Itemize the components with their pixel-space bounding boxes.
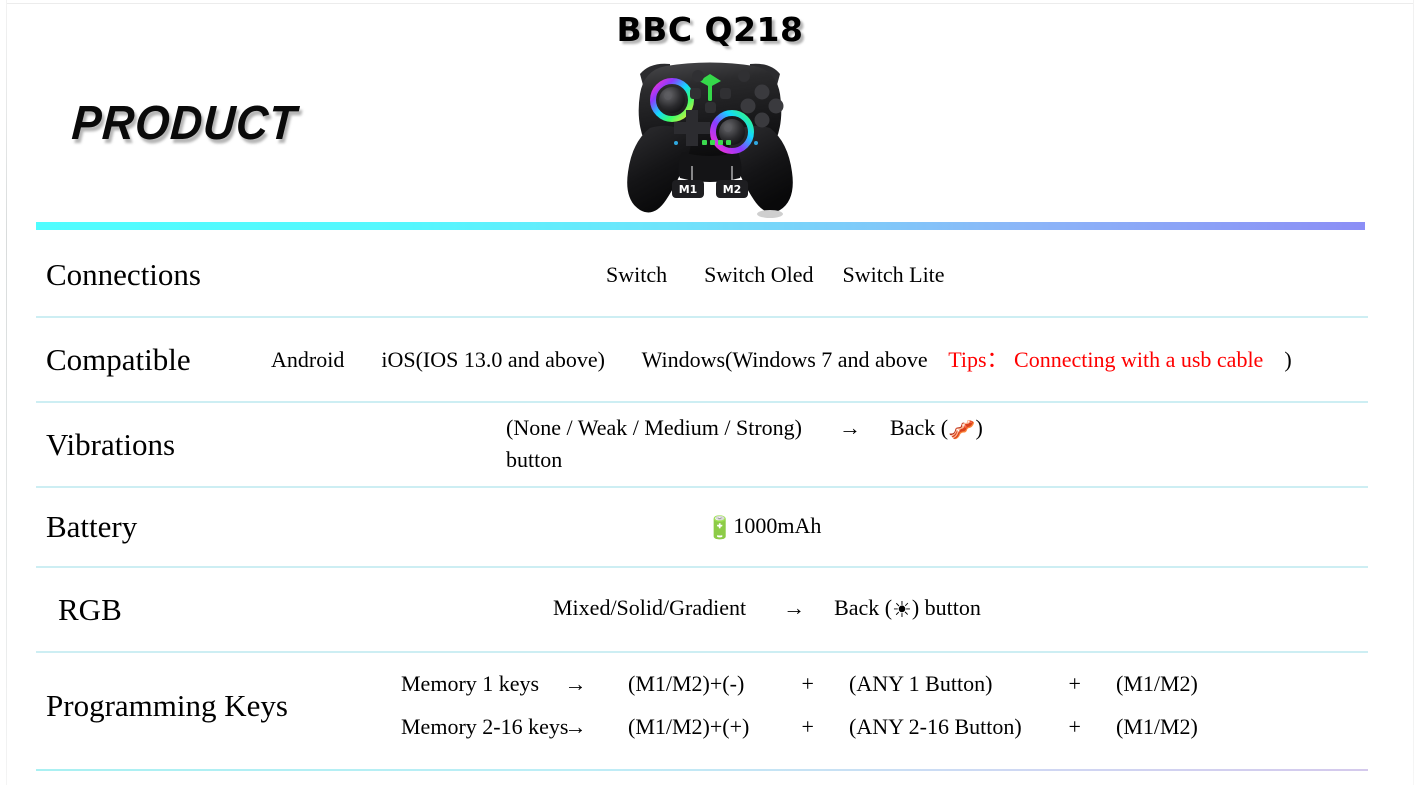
memory-1-combo-2: (ANY 1 Button) <box>849 671 993 696</box>
specification-table: Connections Switch Switch Oled Switch Li… <box>36 234 1368 758</box>
memory-1-label: Memory 1 keys <box>401 671 540 696</box>
page-title: PRODUCT <box>70 97 299 150</box>
row-label-programming-keys: Programming Keys <box>46 687 288 723</box>
accent-gradient-bar <box>36 222 1365 230</box>
product-hero-image: M1 M2 <box>610 48 810 224</box>
memory-2-combo-1: (M1/M2)+(+) <box>628 714 750 739</box>
rgb-back-suffix: ) button <box>911 595 981 621</box>
compatible-ios: iOS(IOS 13.0 and above) <box>381 346 605 372</box>
programming-line-2: Memory 2-16 keys → (M1/M2)+(+) + (ANY 2-… <box>401 716 1368 738</box>
rgb-back-prefix: Back ( <box>834 595 893 621</box>
connection-switch-lite: Switch Lite <box>842 262 945 288</box>
vibration-button-word: button <box>506 447 563 472</box>
row-value-battery: 🔋1000mAh <box>706 512 1368 543</box>
battery-capacity: 1000mAh <box>733 512 822 538</box>
rgb-modes: Mixed/Solid/Gradient <box>553 595 747 621</box>
hero-button-m1-label: M1 <box>679 183 698 196</box>
vibration-back-prefix: Back ( <box>890 415 949 441</box>
programming-line-1: Memory 1 keys → (M1/M2)+(-) + (ANY 1 But… <box>401 673 1368 695</box>
vibration-back-suffix: ) <box>975 415 983 441</box>
bottom-divider <box>36 769 1368 771</box>
vibration-arrow: → <box>839 415 862 441</box>
memory-1-arrow: → <box>564 671 587 696</box>
row-value-programming-keys: Memory 1 keys → (M1/M2)+(-) + (ANY 1 But… <box>396 673 1368 738</box>
compatible-windows-close-paren: ) <box>1284 346 1292 372</box>
hero-button-m2-label: M2 <box>723 183 742 196</box>
memory-1-combo-1: (M1/M2)+(-) <box>628 671 745 696</box>
table-row-connections: Connections Switch Switch Oled Switch Li… <box>36 234 1368 318</box>
memory-1-combo-3: (M1/M2) <box>1116 671 1198 696</box>
vibration-icon: 🥓 <box>948 418 976 444</box>
sun-brightness-icon: ☀ <box>892 598 912 624</box>
compatible-android: Android <box>271 346 345 372</box>
row-value-compatible: Android iOS(IOS 13.0 and above) Windows(… <box>271 346 1368 374</box>
model-title: BBC Q218 <box>616 10 804 49</box>
table-row-vibrations: Vibrations (None / Weak / Medium / Stron… <box>36 403 1368 488</box>
table-row-battery: Battery 🔋1000mAh <box>36 488 1368 568</box>
row-value-vibrations: (None / Weak / Medium / Strong) → Back (… <box>506 414 1368 474</box>
table-row-programming-keys: Programming Keys Memory 1 keys → (M1/M2)… <box>36 653 1368 758</box>
row-value-rgb: Mixed/Solid/Gradient → Back (☀) button <box>553 594 1368 625</box>
row-label-compatible: Compatible <box>46 341 191 377</box>
memory-2-plus-2: + <box>1068 714 1081 739</box>
compatible-tips-note: Tips： Connecting with a usb cable <box>948 346 1264 372</box>
row-label-connections: Connections <box>46 257 201 293</box>
game-controller-icon: M1 M2 <box>627 62 793 218</box>
memory-2-label: Memory 2-16 keys <box>401 714 569 739</box>
vibration-modes: (None / Weak / Medium / Strong) <box>506 415 803 441</box>
memory-2-combo-3: (M1/M2) <box>1116 714 1198 739</box>
memory-1-plus-2: + <box>1068 671 1081 696</box>
row-label-vibrations: Vibrations <box>46 426 176 462</box>
compatible-windows: Windows(Windows 7 and above <box>641 346 928 372</box>
table-row-compatible: Compatible Android iOS(IOS 13.0 and abov… <box>36 318 1368 403</box>
memory-1-plus-1: + <box>801 671 814 696</box>
table-row-rgb: RGB Mixed/Solid/Gradient → Back (☀) butt… <box>36 568 1368 653</box>
row-label-rgb: RGB <box>58 591 122 627</box>
connection-switch-oled: Switch Oled <box>704 262 814 288</box>
rgb-arrow: → <box>783 595 806 621</box>
memory-2-combo-2: (ANY 2-16 Button) <box>849 714 1022 739</box>
battery-icon: 🔋 <box>706 515 734 541</box>
row-value-connections: Switch Switch Oled Switch Lite <box>606 261 1368 289</box>
row-label-battery: Battery <box>46 509 138 545</box>
product-header: BBC Q218 PRODUCT M1 M2 <box>0 0 1420 222</box>
memory-2-plus-1: + <box>801 714 814 739</box>
memory-2-arrow: → <box>564 714 587 739</box>
connection-switch: Switch <box>606 262 668 288</box>
